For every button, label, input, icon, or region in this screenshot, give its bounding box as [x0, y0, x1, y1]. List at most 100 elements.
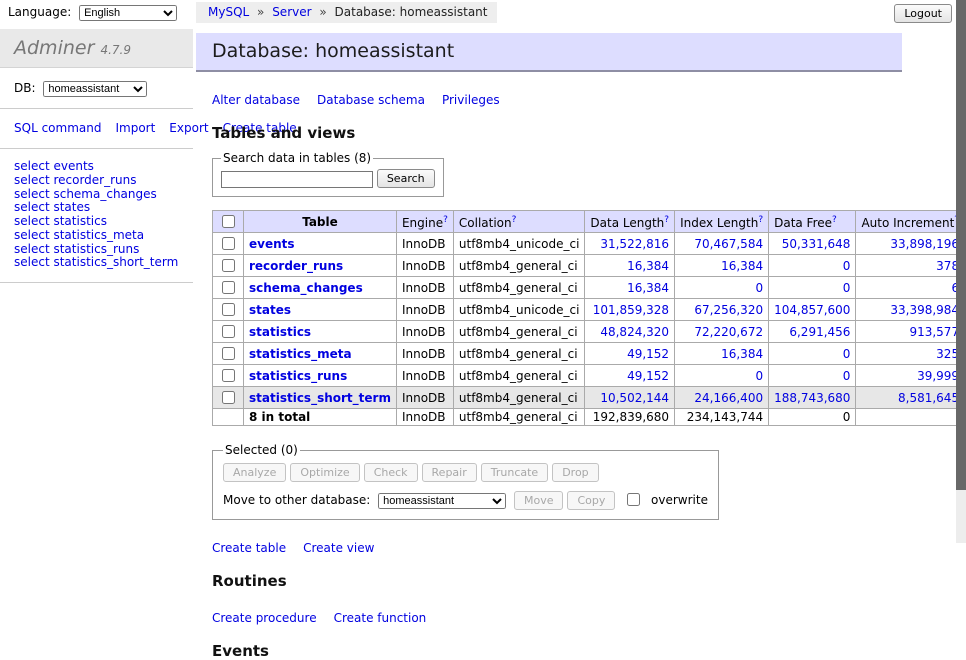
db-link-database-schema[interactable]: Database schema	[317, 93, 425, 107]
table-select-link[interactable]: select states	[14, 200, 90, 214]
auto-increment-cell-link[interactable]: 39,999	[917, 369, 959, 383]
search-button[interactable]: Search	[377, 169, 435, 188]
repair-button[interactable]: Repair	[422, 463, 477, 482]
app-version[interactable]: 4.7.9	[100, 43, 131, 57]
sidebar-action-import[interactable]: Import	[115, 121, 155, 135]
create-link-create-table[interactable]: Create table	[212, 541, 286, 555]
table-row-states: statesInnoDButf8mb4_unicode_ci101,859,32…	[213, 299, 966, 321]
index-length-cell-link[interactable]: 67,256,320	[694, 303, 763, 317]
sidebar-divider	[0, 282, 193, 283]
data-length-cell-link[interactable]: 31,522,816	[600, 237, 669, 251]
search-input[interactable]	[221, 171, 373, 188]
data-free-cell-link[interactable]: 188,743,680	[774, 391, 850, 405]
auto-increment-cell-link[interactable]: 33,898,196	[890, 237, 959, 251]
data-length-cell-link[interactable]: 101,859,328	[593, 303, 669, 317]
data-length-cell-link[interactable]: 10,502,144	[600, 391, 669, 405]
table-name-link[interactable]: statistics	[249, 325, 311, 339]
engine-cell: InnoDB	[396, 365, 453, 387]
data-length-cell-link[interactable]: 49,152	[627, 347, 669, 361]
table-name-link[interactable]: recorder_runs	[249, 259, 343, 273]
check-button[interactable]: Check	[364, 463, 418, 482]
move-database-select[interactable]: homeassistant	[378, 493, 506, 509]
data-free-cell-link[interactable]: 0	[843, 347, 851, 361]
index-length-cell-link[interactable]: 24,166,400	[694, 391, 763, 405]
auto-increment-cell-link[interactable]: 8,581,645	[898, 391, 959, 405]
table-select-link[interactable]: select events	[14, 159, 94, 173]
move-button[interactable]: Move	[514, 491, 564, 510]
table-select-link[interactable]: select statistics_short_term	[14, 255, 178, 269]
db-link-alter-database[interactable]: Alter database	[212, 93, 300, 107]
data-length-cell-link[interactable]: 16,384	[627, 281, 669, 295]
data-free-cell-link[interactable]: 0	[843, 281, 851, 295]
index-length-cell-link[interactable]: 70,467,584	[694, 237, 763, 251]
data-length-cell: 48,824,320	[585, 321, 675, 343]
table-name-link[interactable]: schema_changes	[249, 281, 363, 295]
row-checkbox[interactable]	[222, 303, 235, 316]
table-select-link[interactable]: select schema_changes	[14, 187, 157, 201]
data-free-cell-link[interactable]: 104,857,600	[774, 303, 850, 317]
table-select-link[interactable]: select recorder_runs	[14, 173, 137, 187]
table-select-link[interactable]: select statistics	[14, 214, 107, 228]
column-help-link[interactable]: ?	[758, 215, 763, 225]
table-select-link[interactable]: select statistics_meta	[14, 228, 144, 242]
select-all-checkbox[interactable]	[222, 215, 235, 228]
table-name-link[interactable]: statistics_meta	[249, 347, 352, 361]
index-length-cell-link[interactable]: 72,220,672	[694, 325, 763, 339]
column-help-link[interactable]: ?	[664, 215, 669, 225]
table-name-link[interactable]: statistics_short_term	[249, 391, 391, 405]
data-free-cell-link[interactable]: 6,291,456	[789, 325, 850, 339]
index-length-cell-link[interactable]: 16,384	[721, 347, 763, 361]
language-select[interactable]: English	[79, 5, 177, 21]
row-checkbox[interactable]	[222, 259, 235, 272]
scrollbar-thumb[interactable]	[956, 0, 966, 490]
auto-increment-cell-link[interactable]: 33,398,984	[890, 303, 959, 317]
row-checkbox[interactable]	[222, 325, 235, 338]
data-length-cell-link[interactable]: 16,384	[627, 259, 669, 273]
data-length-cell-link[interactable]: 49,152	[627, 369, 669, 383]
data-free-cell-link[interactable]: 0	[843, 259, 851, 273]
create-link-create-view[interactable]: Create view	[303, 541, 374, 555]
table-select-link[interactable]: select statistics_runs	[14, 242, 139, 256]
row-checkbox[interactable]	[222, 369, 235, 382]
truncate-button[interactable]: Truncate	[481, 463, 548, 482]
index-length-cell-link[interactable]: 0	[755, 369, 763, 383]
column-header-label: Data Free	[774, 216, 832, 230]
column-help-link[interactable]: ?	[832, 215, 837, 225]
index-length-cell-link[interactable]: 16,384	[721, 259, 763, 273]
logout-button[interactable]: Logout	[894, 4, 952, 23]
move-buttons: MoveCopy	[514, 493, 619, 507]
data-free-cell-link[interactable]: 0	[843, 369, 851, 383]
row-checkbox[interactable]	[222, 281, 235, 294]
index-length-cell-link[interactable]: 0	[755, 281, 763, 295]
vertical-scrollbar[interactable]	[956, 0, 966, 543]
column-help-link[interactable]: ?	[443, 215, 448, 225]
breadcrumb-separator: »	[253, 5, 268, 19]
column-header-engine: Engine?	[396, 211, 453, 233]
routine-link-create-procedure[interactable]: Create procedure	[212, 611, 317, 625]
row-checkbox[interactable]	[222, 237, 235, 250]
column-header-label: Data Length	[590, 216, 664, 230]
table-name-link[interactable]: events	[249, 237, 295, 251]
breadcrumb-link-mysql[interactable]: MySQL	[208, 5, 249, 19]
copy-button[interactable]: Copy	[567, 491, 615, 510]
table-name-link[interactable]: statistics_runs	[249, 369, 347, 383]
breadcrumb-link-server[interactable]: Server	[272, 5, 311, 19]
column-help-link[interactable]: ?	[512, 215, 517, 225]
data-free-cell-link[interactable]: 50,331,648	[782, 237, 851, 251]
overwrite-checkbox[interactable]	[627, 493, 640, 506]
drop-button[interactable]: Drop	[552, 463, 598, 482]
row-checkbox[interactable]	[222, 391, 235, 404]
db-select[interactable]: homeassistant	[43, 81, 147, 97]
sidebar-action-sql-command[interactable]: SQL command	[14, 121, 101, 135]
analyze-button[interactable]: Analyze	[223, 463, 286, 482]
auto-increment-cell-link[interactable]: 913,577	[909, 325, 959, 339]
table-name-link[interactable]: states	[249, 303, 291, 317]
row-checkbox[interactable]	[222, 347, 235, 360]
breadcrumb-separator: »	[316, 5, 331, 19]
routine-link-create-function[interactable]: Create function	[334, 611, 427, 625]
db-link-privileges[interactable]: Privileges	[442, 93, 500, 107]
data-length-cell-link[interactable]: 48,824,320	[600, 325, 669, 339]
engine-cell: InnoDB	[396, 343, 453, 365]
auto-increment-cell: 33,398,984	[856, 299, 965, 321]
optimize-button[interactable]: Optimize	[290, 463, 359, 482]
